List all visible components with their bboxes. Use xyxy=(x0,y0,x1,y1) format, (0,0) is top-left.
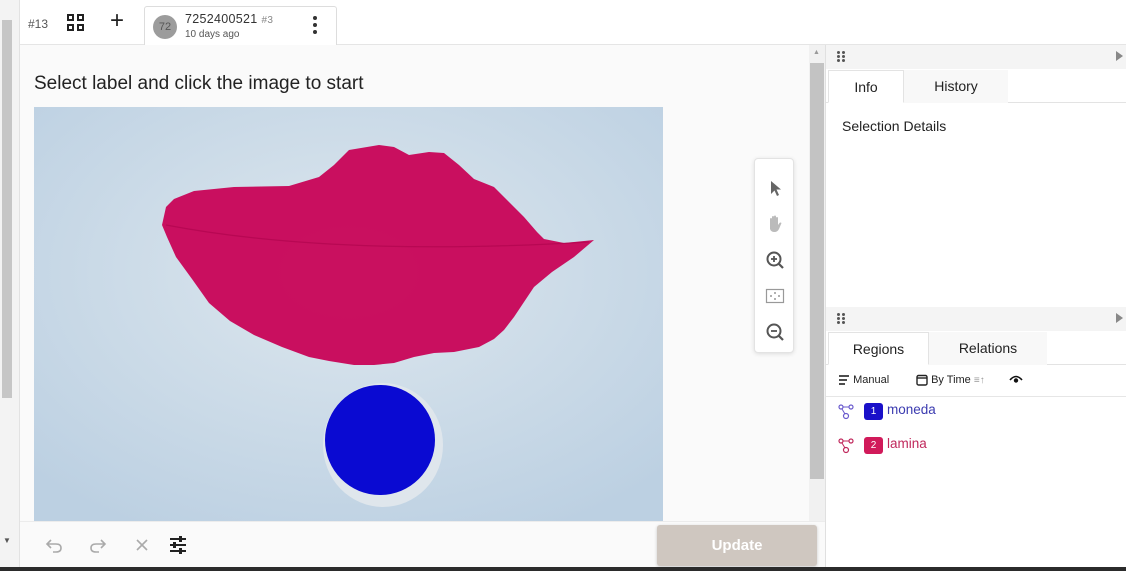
bottom-edge xyxy=(0,567,1126,571)
redo-icon[interactable] xyxy=(87,534,109,556)
image-canvas[interactable] xyxy=(34,107,663,521)
annotation-number: #3 xyxy=(261,15,274,26)
visibility-toggle-icon[interactable] xyxy=(1009,373,1023,387)
info-tabs: Info History xyxy=(826,70,1126,103)
scroll-up-arrow-icon[interactable]: ▲ xyxy=(813,49,820,56)
regions-toolbar: Manual By Time ≡↑ xyxy=(826,363,1126,397)
region-row[interactable]: 1 moneda xyxy=(826,397,1126,427)
calendar-icon xyxy=(916,374,928,386)
instruction-text: Select label and click the image to star… xyxy=(34,73,364,94)
regions-tabs: Regions Relations xyxy=(826,332,1126,365)
left-scrollbar-thumb[interactable] xyxy=(2,20,12,398)
workspace-scrollbar-thumb[interactable] xyxy=(810,63,824,479)
manual-label: Manual xyxy=(853,374,890,386)
list-icon xyxy=(839,375,849,385)
tab-regions[interactable]: Regions xyxy=(828,332,929,365)
tab-info[interactable]: Info xyxy=(828,70,904,103)
main-workspace: Select label and click the image to star… xyxy=(20,45,809,521)
zoom-out-icon[interactable] xyxy=(764,321,786,343)
settings-sliders-icon[interactable] xyxy=(167,534,189,556)
undo-icon[interactable] xyxy=(43,534,65,556)
drag-handle-icon[interactable] xyxy=(837,313,845,325)
regions-panel-header[interactable] xyxy=(826,307,1126,331)
left-scrollbar[interactable]: ▼ xyxy=(0,0,20,571)
coin-region-mask[interactable] xyxy=(325,385,435,495)
collapse-arrow-icon[interactable] xyxy=(1116,51,1123,61)
zoom-in-icon[interactable] xyxy=(764,249,786,271)
side-panel: Info History Selection Details Regions R… xyxy=(825,45,1126,567)
workspace-scrollbar[interactable]: ▲ xyxy=(809,45,825,521)
sort-direction-icon[interactable]: ≡↑ xyxy=(974,375,985,386)
annotation-tab[interactable]: 72 7252400521 #3 10 days ago xyxy=(144,6,337,45)
collapse-arrow-icon[interactable] xyxy=(1116,313,1123,323)
hand-pan-icon[interactable] xyxy=(764,213,786,235)
by-time-label: By Time xyxy=(931,374,971,386)
drag-handle-icon[interactable] xyxy=(837,51,845,63)
manual-sort-button[interactable]: Manual xyxy=(838,373,889,387)
annotation-image[interactable] xyxy=(34,107,663,521)
grid-view-icon[interactable] xyxy=(67,14,85,32)
polygon-region-icon xyxy=(838,404,854,420)
region-index-badge: 1 xyxy=(864,403,883,420)
top-bar: #13 + 72 7252400521 #3 10 days ago xyxy=(20,0,1126,45)
sort-by-time-button[interactable]: By Time ≡↑ xyxy=(916,373,985,387)
bottom-toolbar: Update xyxy=(20,521,825,567)
region-label: lamina xyxy=(887,436,927,451)
polygon-region-icon xyxy=(838,438,854,454)
pointer-icon[interactable] xyxy=(764,177,786,199)
annotation-id: 7252400521 #3 xyxy=(185,12,273,26)
update-button[interactable]: Update xyxy=(657,525,817,566)
task-id: #13 xyxy=(28,17,49,31)
fit-to-screen-icon[interactable] xyxy=(764,285,786,307)
annotation-id-text: 7252400521 xyxy=(185,12,258,26)
tab-history[interactable]: History xyxy=(904,70,1008,103)
reset-icon[interactable] xyxy=(131,534,153,556)
add-annotation-button[interactable]: + xyxy=(110,9,124,33)
annotation-time: 10 days ago xyxy=(185,29,240,40)
scroll-down-arrow-icon[interactable]: ▼ xyxy=(3,536,11,545)
region-index-badge: 2 xyxy=(864,437,883,454)
avatar: 72 xyxy=(153,15,177,39)
canvas-toolbox xyxy=(754,158,794,353)
region-row[interactable]: 2 lamina xyxy=(826,431,1126,461)
eye-icon xyxy=(1009,375,1023,383)
info-panel-header[interactable] xyxy=(826,45,1126,69)
tab-relations[interactable]: Relations xyxy=(929,332,1047,365)
more-options-icon[interactable] xyxy=(313,16,319,37)
region-label: moneda xyxy=(887,402,936,417)
selection-details-heading: Selection Details xyxy=(842,118,947,134)
